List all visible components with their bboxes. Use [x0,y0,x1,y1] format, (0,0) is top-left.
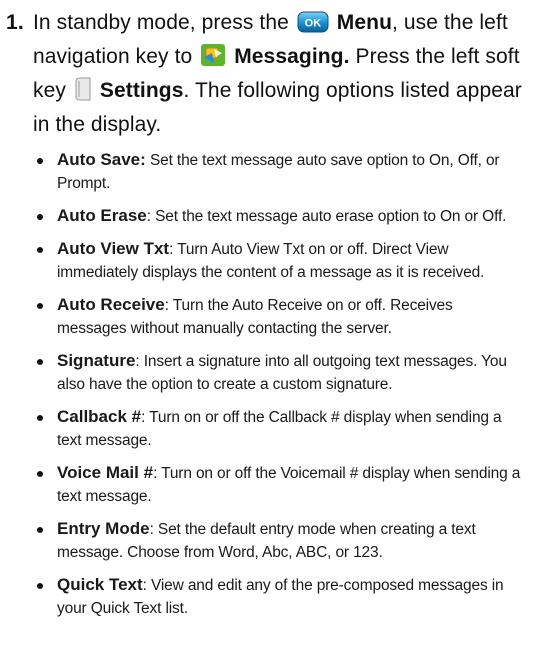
list-item: Auto Save: Set the text message auto sav… [33,148,523,195]
step-number: 1. [6,11,24,34]
option-term: Signature [57,351,136,370]
option-term: Auto View Txt [57,239,170,258]
manual-page: 1. In standby mode, press the OK Menu, u… [0,0,543,669]
option-term: Callback # [57,407,142,426]
option-term: Auto Save: [57,150,146,169]
list-item: Entry Mode: Set the default entry mode w… [33,517,523,564]
option-term: Quick Text [57,575,143,594]
list-item: Auto Receive: Turn the Auto Receive on o… [33,293,523,340]
option-term: Auto Erase [57,206,147,225]
instruction-step: 1. In standby mode, press the OK Menu, u… [6,8,531,140]
step-text-part-1: In standby mode, press the [33,11,295,34]
step-text: In standby mode, press the OK Menu, use … [33,8,531,140]
settings-label: Settings [99,79,184,102]
list-item: Signature: Insert a signature into all o… [33,349,523,396]
ok-key-icon: OK [297,11,329,42]
option-term: Auto Receive [57,295,165,314]
svg-text:OK: OK [305,18,322,30]
option-description: : Set the text message auto erase option… [146,208,507,225]
settings-icon [74,77,92,110]
list-item: Quick Text: View and edit any of the pre… [33,573,523,620]
option-term: Entry Mode [57,519,150,538]
messaging-icon [200,43,226,76]
option-term: Voice Mail # [57,463,154,482]
list-item: Voice Mail #: Turn on or off the Voicema… [33,461,523,508]
list-item: Callback #: Turn on or off the Callback … [33,405,523,452]
settings-option-list: Auto Save: Set the text message auto sav… [33,148,523,629]
list-item: Auto View Txt: Turn Auto View Txt on or … [33,237,523,284]
messaging-label: Messaging. [234,45,350,68]
menu-label: Menu [336,11,393,34]
list-item: Auto Erase: Set the text message auto er… [33,204,523,228]
